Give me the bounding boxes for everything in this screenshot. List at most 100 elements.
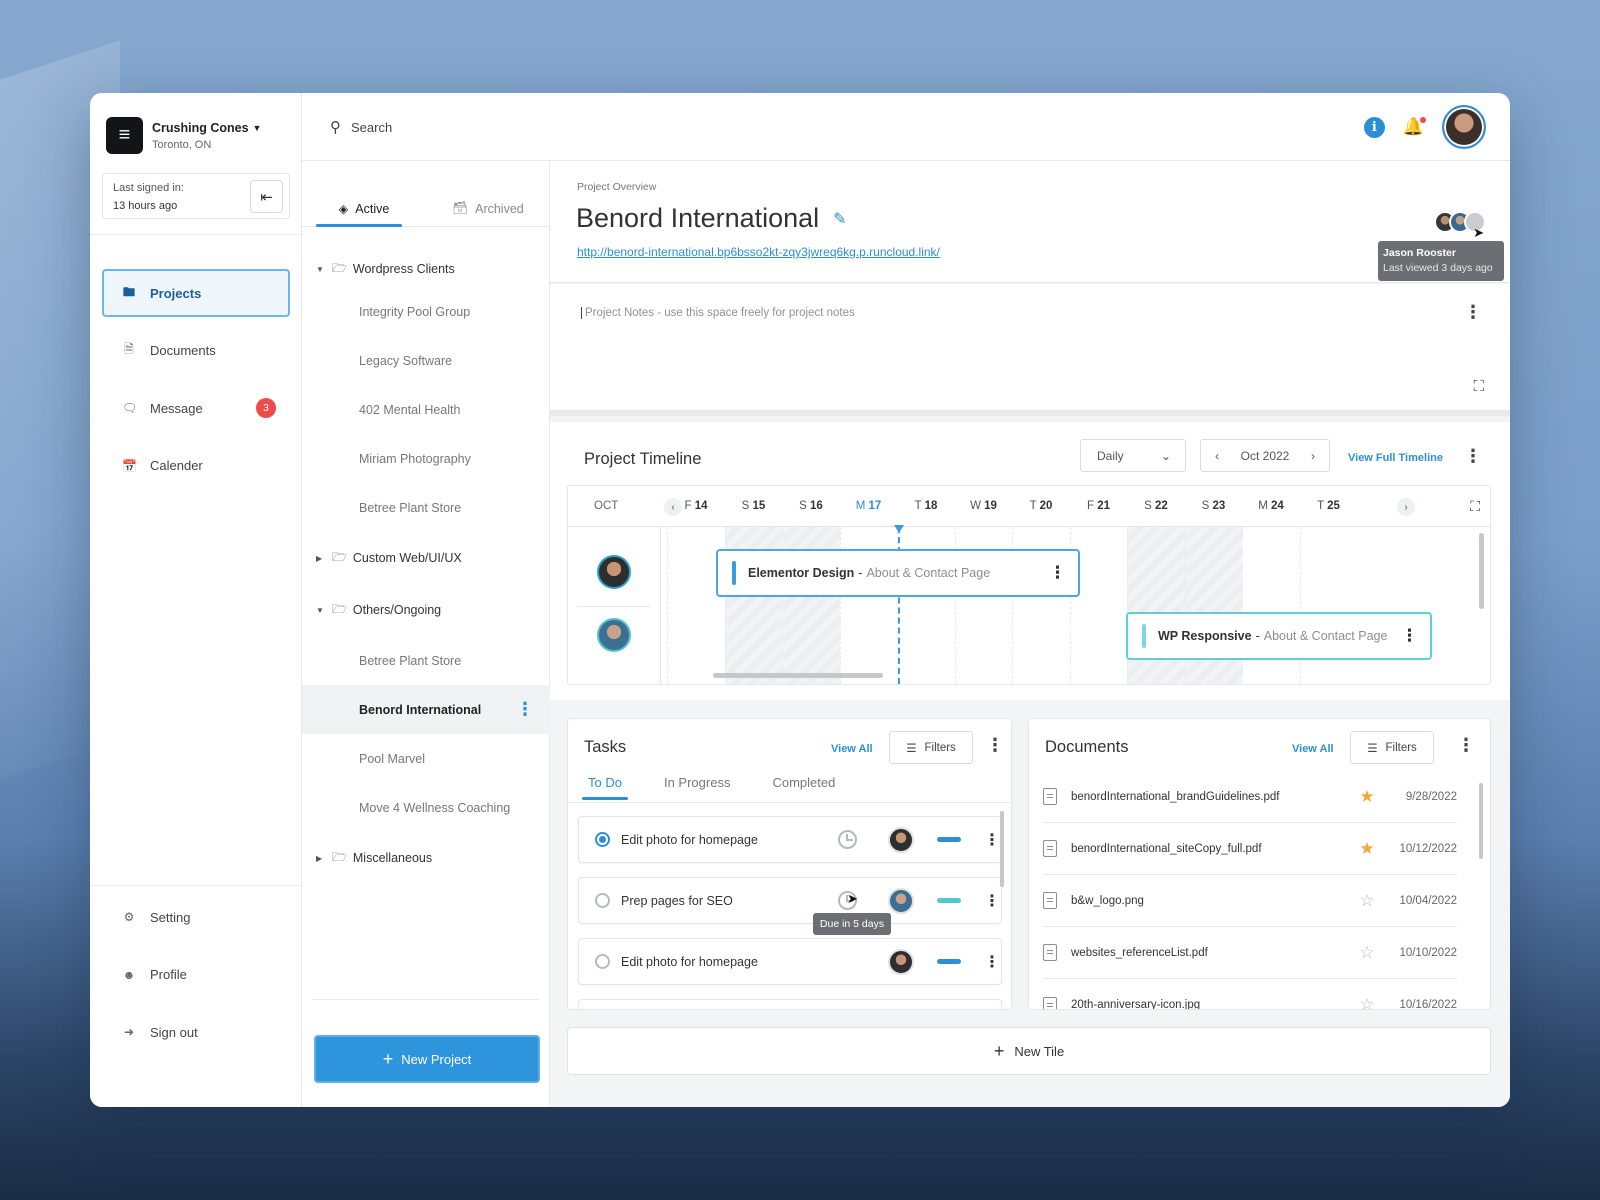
more-options-icon[interactable]: ⋮ bbox=[986, 735, 1004, 756]
tree-item[interactable]: Legacy Software bbox=[302, 336, 550, 385]
timeline-next-icon[interactable]: › bbox=[1397, 498, 1415, 516]
star-outline-icon[interactable]: ☆ bbox=[1347, 995, 1387, 1009]
timeline-task-bar[interactable]: WP Responsive - About & Contact Page ⋮ bbox=[1126, 612, 1432, 660]
tab-label: Archived bbox=[475, 201, 524, 216]
star-outline-icon[interactable]: ☆ bbox=[1347, 943, 1387, 963]
vertical-scrollbar[interactable] bbox=[1000, 811, 1004, 887]
document-row[interactable]: benordInternational_siteCopy_full.pdf ★ … bbox=[1043, 823, 1457, 875]
project-notes[interactable]: Project Notes - use this space freely fo… bbox=[550, 284, 1510, 416]
tab-archived[interactable]: 🗃 Archived bbox=[426, 191, 550, 226]
notification-bell-icon[interactable]: 🔔 bbox=[1403, 117, 1426, 137]
document-row[interactable]: b&w_logo.png ☆ 10/04/2022 bbox=[1043, 875, 1457, 927]
view-full-timeline-link[interactable]: View Full Timeline bbox=[1348, 452, 1443, 464]
documents-filters-button[interactable]: ☰ Filters bbox=[1350, 731, 1434, 764]
document-name: 20th-anniversary-icon.jpg bbox=[1071, 999, 1201, 1010]
tree-item[interactable]: 402 Mental Health bbox=[302, 385, 550, 434]
tree-group-others-ongoing[interactable]: ▼ 🗁 Others/Ongoing bbox=[302, 584, 550, 636]
more-options-icon[interactable]: ⋮ bbox=[1464, 302, 1482, 323]
document-name: benordInternational_brandGuidelines.pdf bbox=[1071, 790, 1280, 803]
task-row[interactable] bbox=[578, 999, 1002, 1009]
month-picker[interactable]: ‹ Oct 2022 › bbox=[1200, 439, 1330, 472]
search-input[interactable]: ⚲ Search bbox=[330, 118, 392, 136]
tree-item[interactable]: Move 4 Wellness Coaching bbox=[302, 783, 550, 832]
star-filled-icon[interactable]: ★ bbox=[1347, 787, 1387, 807]
nav-item-projects[interactable]: 🖿 Projects bbox=[102, 269, 290, 317]
notes-placeholder[interactable]: Project Notes - use this space freely fo… bbox=[581, 307, 855, 319]
view-mode-select[interactable]: Daily ⌄ bbox=[1080, 439, 1186, 472]
task-row[interactable]: Edit photo for homepage ⋮ bbox=[578, 938, 1002, 985]
star-outline-icon[interactable]: ☆ bbox=[1347, 891, 1387, 911]
tree-group-custom-web[interactable]: ▶ 🗁 Custom Web/UI/UX bbox=[302, 532, 550, 584]
nav-item-sign-out[interactable]: ➜ Sign out bbox=[102, 1008, 290, 1056]
more-options-icon[interactable]: ⋮ bbox=[984, 952, 1000, 972]
task-bar-subtitle: About & Contact Page bbox=[866, 566, 991, 580]
task-checkbox[interactable] bbox=[595, 832, 610, 847]
timeline-header: OCT ‹ F 14 S 15 S 16 M 17 T 18 W 19 T 20 F 21 S … bbox=[568, 486, 1490, 527]
tree-item-selected[interactable]: Benord International ⋮ bbox=[302, 685, 550, 734]
clock-icon[interactable] bbox=[838, 830, 857, 849]
assignee-avatar[interactable] bbox=[888, 826, 914, 853]
timeline-task-bar[interactable]: Elementor Design - About & Contact Page … bbox=[716, 549, 1080, 597]
tree-item[interactable]: Betree Plant Store bbox=[302, 483, 550, 532]
document-row[interactable]: benordInternational_brandGuidelines.pdf … bbox=[1043, 771, 1457, 823]
tree-group-miscellaneous[interactable]: ▶ 🗁 Miscellaneous bbox=[302, 832, 550, 884]
new-tile-button[interactable]: + New Tile bbox=[567, 1027, 1491, 1075]
nav-item-setting[interactable]: ⚙ Setting bbox=[102, 893, 290, 941]
info-icon[interactable]: i bbox=[1363, 116, 1385, 138]
brand-location: Toronto, ON bbox=[152, 138, 212, 151]
more-options-icon[interactable]: ⋮ bbox=[984, 891, 1000, 911]
tree-item[interactable]: Integrity Pool Group bbox=[302, 287, 550, 336]
assignee-avatar[interactable] bbox=[888, 887, 914, 914]
tab-completed[interactable]: Completed bbox=[766, 775, 841, 800]
star-filled-icon[interactable]: ★ bbox=[1347, 839, 1387, 859]
collapse-sidebar-button[interactable]: ⇤ bbox=[250, 180, 283, 213]
user-avatar[interactable] bbox=[1442, 105, 1486, 149]
tree-item[interactable]: Pool Marvel bbox=[302, 734, 550, 783]
sidebar-divider bbox=[90, 234, 302, 235]
new-project-button[interactable]: + New Project bbox=[314, 1035, 540, 1083]
tree-item[interactable]: Miriam Photography bbox=[302, 434, 550, 483]
task-row[interactable]: Prep pages for SEO ⋮ bbox=[578, 877, 1002, 924]
nav-item-message[interactable]: 🗨 Message 3 bbox=[102, 384, 290, 432]
documents-view-all-link[interactable]: View All bbox=[1292, 743, 1334, 755]
more-options-icon[interactable]: ⋮ bbox=[1049, 563, 1066, 583]
bottom-nav: ⚙ Setting ☻ Profile ➜ Sign out bbox=[102, 893, 290, 1066]
more-options-icon[interactable]: ⋮ bbox=[1464, 446, 1482, 467]
task-checkbox[interactable] bbox=[595, 954, 610, 969]
nav-item-profile[interactable]: ☻ Profile bbox=[102, 951, 290, 999]
tab-active[interactable]: ◈ Active bbox=[302, 191, 426, 227]
assignee-avatar[interactable] bbox=[888, 948, 914, 975]
tasks-view-all-link[interactable]: View All bbox=[831, 743, 873, 755]
fullscreen-icon[interactable]: ⛶ bbox=[1470, 498, 1480, 515]
task-row[interactable]: Edit photo for homepage ⋮ bbox=[578, 816, 1002, 863]
tasks-filters-button[interactable]: ☰ Filters bbox=[889, 731, 973, 764]
last-signed-in-value: 13 hours ago bbox=[113, 200, 178, 212]
edit-icon[interactable]: ✎ bbox=[833, 209, 846, 229]
brand[interactable]: ≡ Crushing Cones ▼ Toronto, ON bbox=[106, 117, 261, 154]
assignee-avatar[interactable] bbox=[597, 555, 631, 589]
nav-item-calendar[interactable]: 📅 Calender bbox=[102, 442, 290, 490]
document-row[interactable]: websites_referenceList.pdf ☆ 10/10/2022 bbox=[1043, 927, 1457, 979]
task-checkbox[interactable] bbox=[595, 893, 610, 908]
tree-group-wordpress-clients[interactable]: ▼ 🗁 Wordpress Clients bbox=[302, 251, 550, 287]
expand-icon[interactable]: ⛶ bbox=[1473, 378, 1484, 395]
last-signed-in-label: Last signed in: bbox=[113, 182, 184, 194]
more-options-icon[interactable]: ⋮ bbox=[1457, 735, 1475, 756]
tab-to-do[interactable]: To Do bbox=[582, 775, 628, 800]
task-label: Edit photo for homepage bbox=[621, 832, 758, 847]
vertical-scrollbar[interactable] bbox=[1479, 533, 1484, 609]
task-bar-title: Elementor Design bbox=[748, 566, 855, 580]
more-options-icon[interactable]: ⋮ bbox=[516, 699, 534, 720]
tab-in-progress[interactable]: In Progress bbox=[658, 775, 736, 800]
more-options-icon[interactable]: ⋮ bbox=[984, 830, 1000, 850]
more-options-icon[interactable]: ⋮ bbox=[1401, 626, 1418, 646]
horizontal-scrollbar[interactable] bbox=[713, 673, 883, 678]
nav-item-documents[interactable]: 🗎 Documents bbox=[102, 327, 290, 375]
project-link[interactable]: http://benord-international.bp6bsso2kt-z… bbox=[577, 245, 940, 259]
chevron-left-icon[interactable]: ‹ bbox=[1215, 449, 1219, 463]
chevron-right-icon[interactable]: › bbox=[1311, 449, 1315, 463]
vertical-scrollbar[interactable] bbox=[1479, 783, 1483, 859]
assignee-avatar[interactable] bbox=[597, 618, 631, 652]
document-row[interactable]: 20th-anniversary-icon.jpg ☆ 10/16/2022 bbox=[1043, 979, 1457, 1010]
tree-item[interactable]: Betree Plant Store bbox=[302, 636, 550, 685]
